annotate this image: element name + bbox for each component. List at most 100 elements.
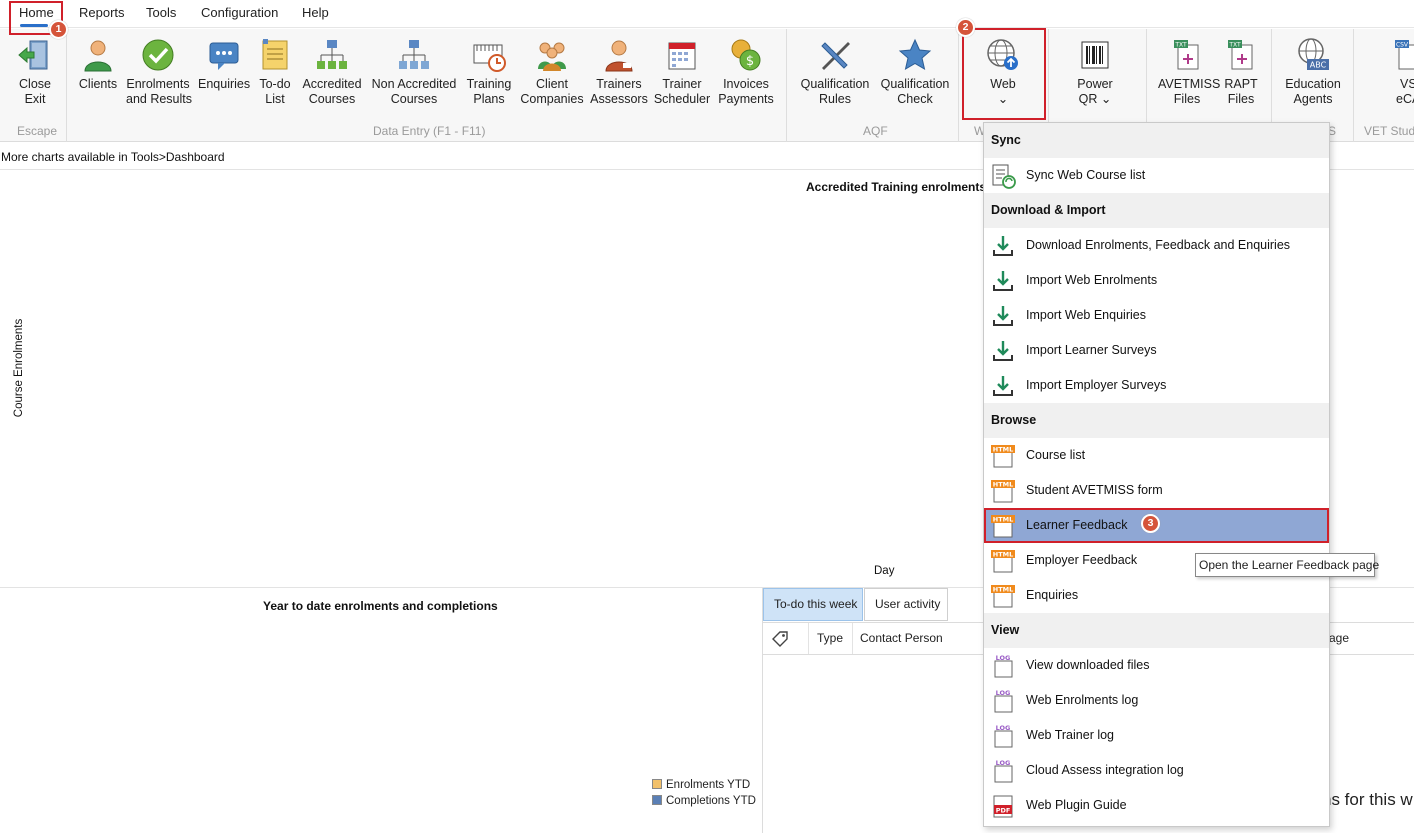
legend-completions: Completions YTD bbox=[652, 795, 756, 807]
menu-reports[interactable]: Reports bbox=[79, 5, 125, 20]
txt-file-icon: TXT bbox=[1228, 40, 1253, 70]
group-label-data-entry: Data Entry (F1 - F11) bbox=[373, 124, 486, 138]
legend-enrolments: Enrolments YTD bbox=[652, 779, 750, 791]
course-hierarchy-icon bbox=[317, 40, 347, 69]
globe-abc-icon: ABC bbox=[1298, 38, 1329, 70]
menu-configuration[interactable]: Configuration bbox=[201, 5, 278, 20]
tab-todo-this-week[interactable]: To-do this week bbox=[763, 588, 863, 621]
download-icon bbox=[993, 376, 1013, 396]
qualification-check-button[interactable]: Qualification Check bbox=[878, 37, 952, 107]
tab-user-activity[interactable]: User activity bbox=[864, 588, 948, 621]
menu-item-enquiries[interactable]: HTML Enquiries bbox=[984, 578, 1329, 613]
group-separator bbox=[66, 29, 67, 142]
menu-item-view-downloaded-files[interactable]: LOG View downloaded files bbox=[984, 648, 1329, 683]
todo-empty-message: ns for this w bbox=[1322, 790, 1413, 809]
svg-text:PDF: PDF bbox=[996, 807, 1011, 815]
clients-button[interactable]: Clients bbox=[76, 37, 120, 92]
education-agents-button[interactable]: ABC Education Agents bbox=[1282, 37, 1344, 107]
svg-text:LOG: LOG bbox=[996, 724, 1011, 732]
tag-icon bbox=[772, 631, 788, 647]
legend-swatch bbox=[652, 779, 662, 789]
green-check-icon bbox=[142, 39, 174, 71]
menu-item-download-all[interactable]: Download Enrolments, Feedback and Enquir… bbox=[984, 228, 1329, 263]
barcode-icon bbox=[1081, 41, 1109, 69]
client-companies-button[interactable]: Client Companies bbox=[520, 37, 584, 107]
txt-file-icon: TXT bbox=[1174, 40, 1199, 70]
html-file-icon: HTML bbox=[991, 480, 1015, 503]
menu-bar: Home Reports Tools Configuration Help bbox=[0, 0, 1414, 28]
svg-text:$: $ bbox=[746, 54, 754, 69]
group-separator bbox=[958, 29, 959, 142]
menu-item-import-web-enrolments[interactable]: Import Web Enrolments bbox=[984, 263, 1329, 298]
course-hierarchy-icon bbox=[399, 40, 429, 69]
section-browse: Browse bbox=[984, 403, 1329, 438]
step-badge-1: 1 bbox=[49, 20, 68, 39]
svg-text:HTML: HTML bbox=[993, 446, 1013, 454]
svg-text:LOG: LOG bbox=[996, 689, 1011, 697]
svg-text:HTML: HTML bbox=[993, 516, 1013, 524]
log-file-icon: LOG bbox=[994, 724, 1013, 748]
enquiries-button[interactable]: Enquiries bbox=[198, 37, 250, 92]
log-file-icon: LOG bbox=[994, 689, 1013, 713]
web-dropdown-menu: Sync Sync Web Course list Download & Imp… bbox=[983, 122, 1330, 827]
dashboard-info-text: More charts available in Tools>Dashboard bbox=[1, 150, 225, 164]
download-icon bbox=[993, 271, 1013, 291]
menu-item-web-enrolments-log[interactable]: LOG Web Enrolments log bbox=[984, 683, 1329, 718]
menu-item-web-plugin-guide[interactable]: PDF Web Plugin Guide bbox=[984, 788, 1329, 823]
svg-text:TXT: TXT bbox=[1174, 42, 1187, 49]
html-file-icon: HTML bbox=[991, 550, 1015, 573]
training-plans-button[interactable]: Training Plans bbox=[464, 37, 514, 107]
download-icon bbox=[993, 236, 1013, 256]
menu-item-student-avetmiss-form[interactable]: HTML Student AVETMISS form bbox=[984, 473, 1329, 508]
menu-item-web-trainer-log[interactable]: LOG Web Trainer log bbox=[984, 718, 1329, 753]
section-download-import: Download & Import bbox=[984, 193, 1329, 228]
group-separator bbox=[1353, 29, 1354, 142]
exit-door-icon bbox=[18, 40, 48, 70]
coins-money-icon: $ bbox=[731, 39, 761, 71]
close-exit-button[interactable]: Close Exit bbox=[10, 37, 60, 107]
svg-text:LOG: LOG bbox=[996, 759, 1011, 767]
menu-item-sync-web-course-list[interactable]: Sync Web Course list bbox=[984, 158, 1329, 193]
svg-text:HTML: HTML bbox=[993, 586, 1013, 594]
menu-item-import-web-enquiries[interactable]: Import Web Enquiries bbox=[984, 298, 1329, 333]
people-group-icon bbox=[538, 42, 566, 71]
notepad-icon bbox=[262, 39, 288, 70]
sync-list-icon bbox=[992, 164, 1016, 189]
log-file-icon: LOG bbox=[994, 759, 1013, 783]
group-label-vet-partial: VET Stude bbox=[1364, 124, 1414, 138]
enrolments-results-button[interactable]: Enrolments and Results bbox=[126, 37, 192, 107]
power-qr-button[interactable]: Power QR ⌄ bbox=[1066, 37, 1124, 107]
menu-item-import-employer-surveys[interactable]: Import Employer Surveys bbox=[984, 368, 1329, 403]
menu-item-cloud-assess-log[interactable]: LOG Cloud Assess integration log bbox=[984, 753, 1329, 788]
accredited-courses-button[interactable]: Accredited Courses bbox=[302, 37, 362, 107]
group-label-aqf: AQF bbox=[863, 124, 888, 138]
client-person-icon bbox=[84, 40, 112, 72]
trainer-scheduler-button[interactable]: Trainer Scheduler bbox=[653, 37, 711, 107]
step-badge-2: 2 bbox=[956, 18, 975, 37]
menu-item-import-learner-surveys[interactable]: Import Learner Surveys bbox=[984, 333, 1329, 368]
rapt-files-button[interactable]: TXT RAPT Files bbox=[1222, 37, 1260, 107]
log-file-icon: LOG bbox=[994, 654, 1013, 678]
qualification-rules-button[interactable]: Qualification Rules bbox=[798, 37, 872, 107]
todo-list-button[interactable]: To-do List bbox=[256, 37, 294, 107]
column-tag[interactable] bbox=[763, 623, 809, 654]
svg-text:LOG: LOG bbox=[996, 654, 1011, 662]
column-page-partial[interactable]: age bbox=[1329, 623, 1389, 654]
highlight-box-web bbox=[962, 28, 1046, 120]
html-file-icon: HTML bbox=[991, 585, 1015, 608]
vs-ecaf-button[interactable]: CSV VS eCAF bbox=[1378, 37, 1414, 107]
menu-help[interactable]: Help bbox=[302, 5, 329, 20]
trainers-assessors-button[interactable]: Trainers Assessors bbox=[590, 37, 648, 107]
x-axis-label: Day bbox=[874, 565, 895, 577]
non-accredited-courses-button[interactable]: Non Accredited Courses bbox=[370, 37, 458, 107]
html-file-icon: HTML bbox=[991, 515, 1015, 538]
menu-item-course-list[interactable]: HTML Course list bbox=[984, 438, 1329, 473]
group-separator bbox=[786, 29, 787, 142]
menu-tools[interactable]: Tools bbox=[146, 5, 176, 20]
section-sync: Sync bbox=[984, 123, 1329, 158]
column-type[interactable]: Type bbox=[809, 623, 853, 654]
pdf-file-icon: PDF bbox=[993, 795, 1013, 818]
avetmiss-files-button[interactable]: TXT AVETMISS Files bbox=[1158, 37, 1220, 107]
svg-text:HTML: HTML bbox=[993, 481, 1013, 489]
invoices-payments-button[interactable]: $ Invoices Payments bbox=[717, 37, 775, 107]
